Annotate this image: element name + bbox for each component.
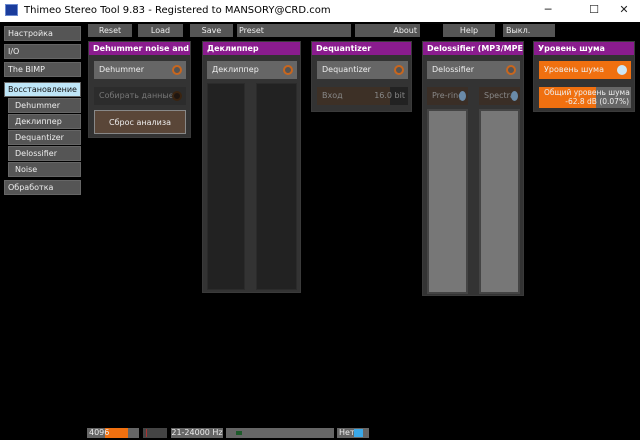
- bypass-indicator: [354, 429, 363, 437]
- panel-title: Delossifier (MP3/MPEG2: [423, 42, 523, 55]
- sidebar-item-noise[interactable]: Noise: [8, 162, 81, 177]
- toggle-label: Собирать данные: [99, 91, 174, 100]
- sidebar-item-settings[interactable]: Настройка: [4, 26, 81, 41]
- dequantizer-toggle[interactable]: Dequantizer: [317, 61, 408, 79]
- reset-analysis-button[interactable]: Сброс анализа: [94, 110, 186, 134]
- fft-value: 4096: [89, 428, 110, 437]
- sidebar-item-dehummer[interactable]: Dehummer: [8, 98, 81, 113]
- panel-title: Dehummer noise and: [89, 42, 190, 55]
- slider-value: 16.0 bit: [374, 91, 405, 100]
- meter-label: Общий уровень шума: [544, 88, 630, 97]
- app-icon: [5, 4, 18, 16]
- sidebar-item-restoration[interactable]: Восстановление: [4, 82, 81, 97]
- toggle-label: Dequantizer: [322, 65, 371, 74]
- toggle-led-icon: [283, 65, 293, 75]
- bypass-toggle[interactable]: Нет: [337, 428, 369, 438]
- toggle-led-icon: [459, 91, 466, 101]
- load-button[interactable]: Load: [138, 24, 183, 37]
- toggle-led-icon: [506, 65, 516, 75]
- declipper-toggle[interactable]: Деклиппер: [207, 61, 297, 79]
- position-slider[interactable]: [226, 428, 334, 438]
- save-button[interactable]: Save: [190, 24, 233, 37]
- delossifier-toggle[interactable]: Delossifier: [427, 61, 520, 79]
- toggle-led-icon: [172, 65, 182, 75]
- slider-thumb[interactable]: [236, 431, 242, 435]
- minimize-button[interactable]: ─: [538, 3, 558, 16]
- reset-button[interactable]: Reset: [88, 24, 132, 37]
- total-noise-meter: Общий уровень шума -62.8 dB (0.07%): [539, 87, 631, 108]
- bypass-label: Нет: [339, 428, 355, 437]
- title-bar: Thimeo Stereo Tool 9.83 - Registered to …: [0, 0, 640, 22]
- dehummer-toggle[interactable]: Dehummer: [94, 61, 186, 79]
- window-title: Thimeo Stereo Tool 9.83 - Registered to …: [24, 5, 331, 16]
- close-button[interactable]: ✕: [614, 3, 634, 16]
- spectral-toggle[interactable]: Spectra: [479, 87, 520, 105]
- toggle-led-icon: [394, 65, 404, 75]
- slider-label: Вход: [322, 91, 343, 100]
- toggle-label: Dehummer: [99, 65, 145, 74]
- sidebar-item-io[interactable]: I/O: [4, 44, 81, 59]
- prering-slider[interactable]: [427, 109, 468, 294]
- off-button[interactable]: Выкл.: [503, 24, 555, 37]
- toggle-label: Уровень шума: [544, 65, 604, 74]
- noise-level-toggle[interactable]: Уровень шума: [539, 61, 631, 79]
- declipper-panel: Деклиппер Деклиппер: [202, 41, 301, 293]
- dequantizer-panel: Dequantizer Dequantizer Вход 16.0 bit: [311, 41, 412, 112]
- preset-field[interactable]: Preset: [237, 24, 351, 37]
- panel-title: Dequantizer: [312, 42, 411, 55]
- noise-panel: Уровень шума Уровень шума Общий уровень …: [533, 41, 635, 112]
- help-button[interactable]: Help: [443, 24, 495, 37]
- about-button[interactable]: About: [355, 24, 420, 37]
- toggle-led-icon: [511, 91, 518, 101]
- level-mark: [146, 429, 147, 437]
- panel-title: Деклиппер: [203, 42, 300, 55]
- fft-size-field[interactable]: 4096: [87, 428, 139, 438]
- input-bits-slider[interactable]: Вход 16.0 bit: [317, 87, 408, 105]
- sidebar-item-bimp[interactable]: The BIMP: [4, 62, 81, 77]
- level-indicator: [143, 428, 167, 438]
- toggle-label: Деклиппер: [212, 65, 259, 74]
- collect-data-toggle[interactable]: Собирать данные: [94, 87, 186, 105]
- meter-value: -62.8 dB (0.07%): [565, 97, 629, 106]
- panel-title: Уровень шума: [534, 42, 634, 55]
- declipper-meter-left: [207, 83, 245, 290]
- toggle-led-icon: [172, 91, 182, 101]
- toggle-led-icon: [617, 65, 627, 75]
- sidebar-item-processing[interactable]: Обработка: [4, 180, 81, 195]
- frequency-range: 21-24000 Hz: [171, 428, 223, 438]
- sidebar-item-declipper[interactable]: Деклиппер: [8, 114, 81, 129]
- sidebar-item-delossifier[interactable]: Delossifier: [8, 146, 81, 161]
- maximize-button[interactable]: ☐: [584, 3, 604, 16]
- toggle-label: Delossifier: [432, 65, 475, 74]
- sidebar-item-dequantizer[interactable]: Dequantizer: [8, 130, 81, 145]
- prering-toggle[interactable]: Pre-ring: [427, 87, 468, 105]
- delossifier-panel: Delossifier (MP3/MPEG2 Delossifier Pre-r…: [422, 41, 524, 296]
- declipper-meter-right: [256, 83, 297, 290]
- dehummer-panel: Dehummer noise and Dehummer Собирать дан…: [88, 41, 191, 138]
- spectral-slider[interactable]: [479, 109, 520, 294]
